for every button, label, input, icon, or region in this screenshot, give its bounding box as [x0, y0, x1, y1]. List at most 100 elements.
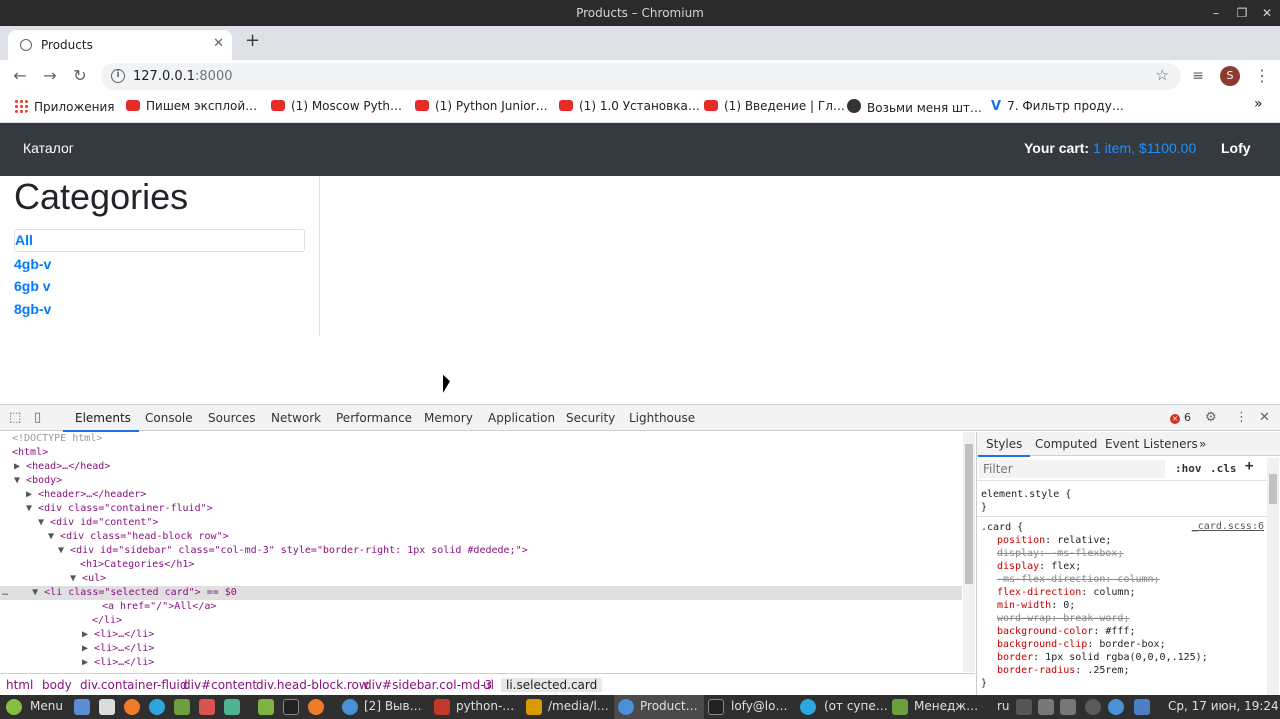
tab-computed[interactable]: Computed	[1035, 437, 1097, 451]
devtools-tab-network[interactable]: Network	[271, 411, 321, 425]
shield-icon[interactable]	[1134, 699, 1150, 715]
dom-line[interactable]: <html>	[0, 446, 962, 460]
mint-menu-icon[interactable]	[6, 699, 22, 715]
keyboard-layout[interactable]: ru	[997, 699, 1010, 713]
breadcrumb-item[interactable]: ul	[483, 678, 494, 692]
chromium-icon[interactable]	[342, 699, 358, 715]
power-icon[interactable]	[1085, 699, 1101, 715]
css-declaration[interactable]: flex-direction: column;	[997, 586, 1136, 599]
error-count-badge[interactable]: ✕ 6	[1170, 411, 1191, 424]
chrome-menu-icon[interactable]: ⋮	[1252, 66, 1272, 86]
css-declaration[interactable]: position: relative;	[997, 534, 1111, 547]
card-rule-source-link[interactable]: _card.scss:6	[1192, 521, 1264, 532]
css-declaration[interactable]: display: -ms-flexbox;	[997, 547, 1123, 560]
firefox-icon[interactable]	[124, 699, 140, 715]
dom-line[interactable]: ▶ <head>…</head>	[0, 460, 962, 474]
close-tab-icon[interactable]: ✕	[213, 36, 224, 51]
app-icon[interactable]	[224, 699, 240, 715]
css-declaration[interactable]: background-clip: border-box;	[997, 638, 1166, 651]
breadcrumb-item-current[interactable]: li.selected.card	[501, 678, 603, 692]
devtools-menu-icon[interactable]: ⋮	[1235, 410, 1248, 425]
dom-line[interactable]: <h1>Categories</h1>	[0, 558, 962, 572]
breadcrumb-item[interactable]: div.head-block.row	[256, 678, 369, 692]
close-devtools-icon[interactable]: ✕	[1259, 410, 1270, 425]
media-control-icon[interactable]: ≡	[1188, 66, 1208, 86]
bookmark-item[interactable]: (1) Moscow Pyth…	[271, 99, 402, 115]
css-property[interactable]: min-width	[997, 600, 1051, 611]
taskbar-window-active[interactable]: Product…	[640, 699, 698, 713]
css-value[interactable]: -ms-flexbox;	[1051, 548, 1123, 559]
css-value[interactable]: flex;	[1051, 561, 1081, 572]
css-value[interactable]: break-word;	[1063, 613, 1129, 624]
bookmark-item[interactable]: Возьми меня шт…	[847, 99, 982, 115]
forward-arrow-icon[interactable]: →	[40, 66, 60, 86]
dom-line-selected[interactable]: … ▼ <li class="selected card"> == $0	[0, 586, 962, 600]
css-declaration[interactable]: border-radius: .25rem;	[997, 664, 1129, 677]
css-value[interactable]: column;	[1093, 587, 1135, 598]
dom-line[interactable]: <!DOCTYPE html>	[0, 432, 962, 446]
bookmark-star-icon[interactable]: ☆	[1156, 66, 1169, 84]
css-property[interactable]: position	[997, 535, 1045, 546]
breadcrumb-item[interactable]: body	[42, 678, 72, 692]
dom-line[interactable]: ▼ <body>	[0, 474, 962, 488]
css-property[interactable]: border	[997, 652, 1033, 663]
user-link[interactable]: Lofy	[1221, 140, 1251, 156]
css-value[interactable]: border-box;	[1099, 639, 1165, 650]
breadcrumb-item[interactable]: div#sidebar.col-md-3	[364, 678, 492, 692]
cart-link[interactable]: 1 item, $1100.00	[1093, 140, 1196, 156]
css-property[interactable]: border-radius	[997, 665, 1075, 676]
folder-icon[interactable]	[434, 699, 450, 715]
reload-icon[interactable]: ↻	[70, 66, 90, 86]
bookmark-item[interactable]: (1) Введение | Гл…	[704, 99, 845, 115]
taskbar-window[interactable]: /media/l…	[548, 699, 609, 713]
new-tab-button[interactable]: +	[245, 30, 260, 51]
css-declaration[interactable]: display: flex;	[997, 560, 1081, 573]
devtools-tab-security[interactable]: Security	[566, 411, 615, 425]
css-property[interactable]: background-clip	[997, 639, 1087, 650]
app-icon[interactable]	[174, 699, 190, 715]
cls-toggle[interactable]: .cls	[1210, 462, 1237, 475]
show-desktop-icon[interactable]	[74, 699, 90, 715]
manager-icon[interactable]	[892, 699, 908, 715]
devtools-tab-console[interactable]: Console	[145, 411, 193, 425]
chromium-icon[interactable]	[618, 699, 634, 715]
css-property[interactable]: background-color	[997, 626, 1093, 637]
css-declaration[interactable]: -ms-flex-direction: column;	[997, 573, 1160, 586]
bookmark-item[interactable]: Приложения	[14, 99, 115, 115]
address-bar[interactable]: i 127.0.0.1:8000 ☆	[101, 63, 1181, 90]
breadcrumb-item[interactable]: div#content	[183, 678, 257, 692]
dom-line[interactable]: ▶ <li>…</li>	[0, 656, 962, 670]
hov-toggle[interactable]: :hov	[1175, 462, 1202, 475]
app-icon[interactable]	[199, 699, 215, 715]
volume-icon[interactable]	[1060, 699, 1076, 715]
css-property[interactable]: -ms-flex-direction	[997, 574, 1105, 585]
devtools-tab-memory[interactable]: Memory	[424, 411, 473, 425]
css-declaration[interactable]: min-width: 0;	[997, 599, 1075, 612]
network-icon[interactable]	[1038, 699, 1054, 715]
dom-line[interactable]: ▼ <div id="sidebar" class="col-md-3" sty…	[0, 544, 962, 558]
element-style-rule[interactable]: element.style {	[981, 488, 1071, 501]
css-value[interactable]: 1px solid rgba(0,0,0,.125);	[1045, 652, 1208, 663]
dom-line[interactable]: ▼ <div class="head-block row">	[0, 530, 962, 544]
css-declaration[interactable]: background-color: #fff;	[997, 625, 1135, 638]
css-property[interactable]: word-wrap	[997, 613, 1051, 624]
clock[interactable]: Ср, 17 июн, 19:24	[1168, 699, 1279, 713]
dom-line[interactable]: ▼ <div id="content">	[0, 516, 962, 530]
taskbar-window[interactable]: Менедж…	[914, 699, 978, 713]
close-window-button[interactable]: ✕	[1253, 0, 1280, 26]
css-property[interactable]: display	[997, 561, 1039, 572]
css-property[interactable]: display	[997, 548, 1039, 559]
breadcrumb-item[interactable]: html	[6, 678, 33, 692]
css-property[interactable]: flex-direction	[997, 587, 1081, 598]
taskbar-window[interactable]: [2] Выв…	[364, 699, 422, 713]
device-toolbar-icon[interactable]: ▯	[34, 410, 41, 425]
dom-line[interactable]: ▶ <li>…</li>	[0, 628, 962, 642]
dom-line[interactable]: </li>	[0, 614, 962, 628]
devtools-tab-lighthouse[interactable]: Lighthouse	[629, 411, 695, 425]
bookmark-item[interactable]: V 7. Фильтр проду…	[991, 99, 1124, 115]
bookmark-item[interactable]: (1) Python Junior…	[415, 99, 548, 115]
devtools-tab-application[interactable]: Application	[488, 411, 555, 425]
bookmarks-more-icon[interactable]: »	[1254, 96, 1263, 112]
taskbar-window[interactable]: (от супе…	[824, 699, 888, 713]
dom-line[interactable]: ▼ <ul>	[0, 572, 962, 586]
